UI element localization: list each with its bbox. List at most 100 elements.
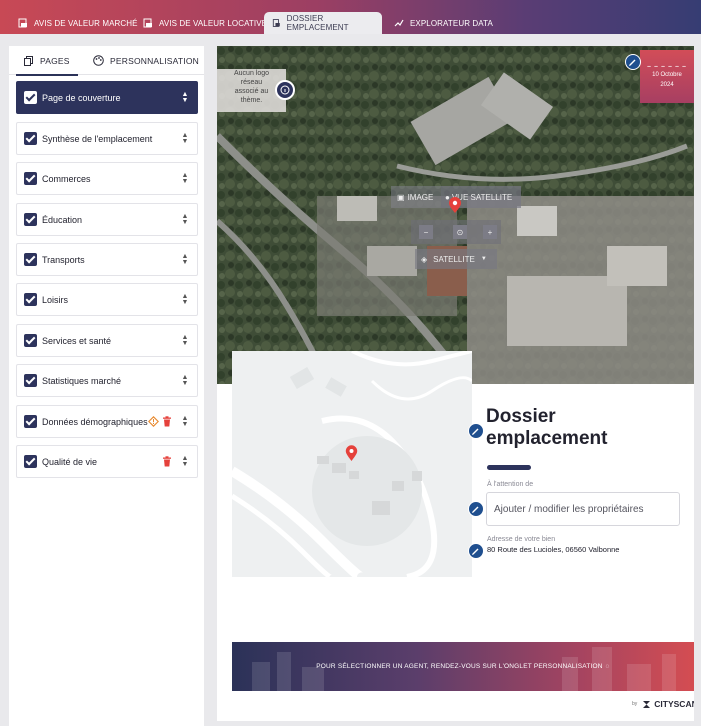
page-title: Dossier emplacement <box>486 406 608 449</box>
tab-pages-label: PAGES <box>40 55 70 66</box>
panel-tabs: PAGES PERSONNALISATION <box>9 46 204 76</box>
page-item-label: Commerces <box>42 173 91 184</box>
document-icon <box>272 19 280 27</box>
tab-explorateur-data[interactable]: EXPLORATEUR DATA <box>386 12 501 34</box>
tab-label: AVIS DE VALEUR LOCATIVE <box>159 18 268 28</box>
tab-dossier-emplacement[interactable]: DOSSIER EMPLACEMENT <box>264 12 382 34</box>
drag-sort-icon[interactable]: ▲ ▼ <box>180 374 190 387</box>
palette-icon <box>93 55 104 66</box>
tab-label: AVIS DE VALEUR MARCHÉ <box>34 18 138 28</box>
drag-sort-icon[interactable]: ▲ ▼ <box>180 253 190 266</box>
zoom-controls: − ⊙ + <box>411 220 501 244</box>
page-checkbox[interactable] <box>24 172 37 185</box>
tab-avis-valeur-locative[interactable]: AVIS DE VALEUR LOCATIVE <box>135 12 275 34</box>
page-item-services-sante[interactable]: Services et santé ▲ ▼ <box>16 324 198 357</box>
location-pin-icon <box>449 197 461 213</box>
drag-sort-icon[interactable]: ▲ ▼ <box>180 334 190 347</box>
drag-sort-icon[interactable]: ▲ ▼ <box>180 132 190 145</box>
tab-personnalisation[interactable]: PERSONNALISATION <box>93 46 199 75</box>
cityscan-logo-icon <box>643 700 651 708</box>
pages-panel: PAGES PERSONNALISATION Page de couvertur… <box>9 46 204 726</box>
page-checkbox[interactable] <box>24 253 37 266</box>
page-item-qualite-de-vie[interactable]: Qualité de vie ▲ ▼ <box>16 445 198 478</box>
attention-label: À l'attention de <box>487 481 534 488</box>
page-item-label: Services et santé <box>42 335 112 346</box>
plan-map-image <box>232 351 472 577</box>
image-icon: ▣ <box>397 192 405 202</box>
report-icon <box>143 18 152 28</box>
title-underline <box>487 465 531 470</box>
page-checkbox[interactable] <box>24 293 37 306</box>
page-item-statistiques-marche[interactable]: Statistiques marché ▲ ▼ <box>16 364 198 397</box>
page-item-synthese[interactable]: Synthèse de l'emplacement ▲ ▼ <box>16 122 198 155</box>
zoom-out-button[interactable]: − <box>419 225 433 239</box>
agent-banner-text: POUR SÉLECTIONNER UN AGENT, RENDEZ-VOUS … <box>232 642 694 691</box>
drag-sort-icon[interactable]: ▲ ▼ <box>180 415 190 428</box>
layers-icon: ◈ <box>421 254 428 264</box>
brand-name: CITYSCAN <box>654 699 694 709</box>
plan-map[interactable] <box>232 351 472 577</box>
warning-icon <box>148 416 159 427</box>
tab-avis-valeur-marche[interactable]: AVIS DE VALEUR MARCHÉ <box>10 12 146 34</box>
satellite-map[interactable]: Aucun logo réseau associé au thème. ‒ ‒ … <box>217 46 694 384</box>
page-item-couverture[interactable]: Page de couverture ▲ ▼ <box>16 81 198 114</box>
page-item-donnees-demographiques[interactable]: Données démographiques ▲ ▼ <box>16 405 198 438</box>
chart-line-icon <box>394 19 404 27</box>
page-item-label: Transports <box>42 254 85 265</box>
page-checkbox[interactable] <box>24 91 37 104</box>
cityscan-brand: by CITYSCAN <box>632 699 694 709</box>
layer-select-value: SATELLITE <box>433 254 475 264</box>
tab-pages[interactable]: PAGES <box>16 46 78 76</box>
page-checkbox[interactable] <box>24 132 37 145</box>
drag-sort-icon[interactable]: ▲ ▼ <box>180 213 190 226</box>
trash-icon[interactable] <box>162 416 172 427</box>
page-item-label: Synthèse de l'emplacement <box>42 133 153 144</box>
image-mode-label: IMAGE <box>407 192 434 202</box>
drag-sort-icon[interactable]: ▲ ▼ <box>180 455 190 468</box>
page-item-label: Éducation <box>42 214 83 225</box>
page-item-label: Statistiques marché <box>42 375 122 386</box>
page-checkbox[interactable] <box>24 415 37 428</box>
palette-icon: ◌ <box>605 663 610 670</box>
date-dashes: ‒ ‒ ‒ ‒ ‒ ‒ <box>647 64 687 70</box>
page-item-transports[interactable]: Transports ▲ ▼ <box>16 243 198 276</box>
tab-label: EXPLORATEUR DATA <box>410 18 493 28</box>
image-mode-button[interactable]: ▣ IMAGE <box>391 186 441 208</box>
tab-label: DOSSIER EMPLACEMENT <box>286 14 349 32</box>
report-icon <box>18 18 27 28</box>
page-item-label: Page de couverture <box>42 92 121 103</box>
chevron-down-icon: ▼ <box>480 256 487 262</box>
no-logo-line: thème. <box>240 97 263 104</box>
page-checkbox[interactable] <box>24 455 37 468</box>
page-item-education[interactable]: Éducation ▲ ▼ <box>16 203 198 236</box>
page-item-loisirs[interactable]: Loisirs ▲ ▼ <box>16 283 198 316</box>
drag-sort-icon[interactable]: ▲ ▼ <box>180 91 190 104</box>
date-line-2: 2024 <box>660 82 674 88</box>
top-tab-bar: AVIS DE VALEUR MARCHÉ AVIS DE VALEUR LOC… <box>0 0 701 34</box>
drag-sort-icon[interactable]: ▲ ▼ <box>180 293 190 306</box>
zoom-in-button[interactable]: + <box>483 225 497 239</box>
cover-page-preview: Aucun logo réseau associé au thème. ‒ ‒ … <box>217 46 694 721</box>
address-label: Adresse de votre bien <box>487 536 556 543</box>
address-value: 80 Route des Lucioles, 06560 Valbonne <box>487 545 620 554</box>
page-item-label: Qualité de vie <box>42 456 98 467</box>
layer-select[interactable]: ◈ SATELLITE ▼ <box>415 249 497 269</box>
page-checkbox[interactable] <box>24 213 37 226</box>
drag-sort-icon[interactable]: ▲ ▼ <box>180 172 190 185</box>
agent-banner[interactable]: POUR SÉLECTIONNER UN AGENT, RENDEZ-VOUS … <box>232 642 694 691</box>
page-checkbox[interactable] <box>24 374 37 387</box>
pages-icon <box>24 55 33 66</box>
page-checkbox[interactable] <box>24 334 37 347</box>
page-item-commerces[interactable]: Commerces ▲ ▼ <box>16 162 198 195</box>
attention-input[interactable]: Ajouter / modifier les propriétaires <box>486 492 680 526</box>
edit-address-icon[interactable] <box>468 543 484 559</box>
trash-icon[interactable] <box>162 456 172 467</box>
brand-by: by <box>632 701 638 707</box>
info-icon[interactable] <box>275 80 295 100</box>
edit-attention-icon[interactable] <box>468 501 484 517</box>
edit-title-icon[interactable] <box>468 423 484 439</box>
edit-date-icon[interactable] <box>625 54 641 70</box>
page-item-label: Loisirs <box>42 294 69 305</box>
date-line-1: 10 Octobre <box>652 72 682 78</box>
recenter-button[interactable]: ⊙ <box>453 225 467 239</box>
